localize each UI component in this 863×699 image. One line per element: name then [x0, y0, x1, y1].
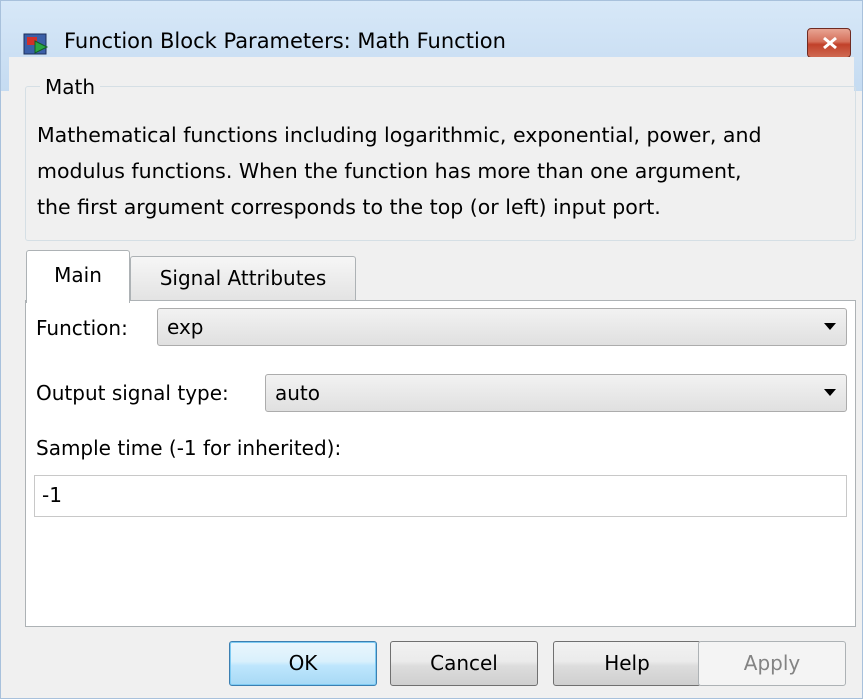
apply-button[interactable]: Apply [698, 641, 846, 686]
close-button[interactable] [807, 28, 851, 58]
function-label: Function: [36, 316, 128, 340]
dialog-window: Function Block Parameters: Math Function… [0, 0, 863, 699]
close-icon [823, 36, 837, 50]
tab-main[interactable]: Main [26, 250, 130, 303]
output-signal-type-dropdown[interactable]: auto [265, 374, 847, 412]
sample-time-label: Sample time (-1 for inherited): [36, 436, 342, 460]
chevron-down-icon [824, 323, 836, 330]
cancel-button[interactable]: Cancel [390, 641, 538, 686]
chevron-down-icon [824, 389, 836, 396]
help-button[interactable]: Help [553, 641, 701, 686]
simulink-block-icon [23, 31, 49, 57]
main-tab-panel [25, 300, 856, 627]
sample-time-input[interactable]: -1 [34, 475, 847, 517]
dialog-client-area: Math Mathematical functions including lo… [9, 57, 856, 692]
output-signal-type-value: auto [275, 381, 321, 405]
output-signal-type-label: Output signal type: [36, 381, 229, 405]
function-dropdown[interactable]: exp [157, 308, 847, 346]
window-title: Function Block Parameters: Math Function [64, 29, 506, 53]
function-value: exp [167, 315, 204, 339]
block-description: Mathematical functions including logarit… [37, 123, 762, 219]
ok-button[interactable]: OK [229, 641, 377, 686]
sample-time-value: -1 [42, 483, 62, 507]
group-legend: Math [40, 75, 101, 99]
tab-signal-attributes[interactable]: Signal Attributes [130, 256, 356, 300]
